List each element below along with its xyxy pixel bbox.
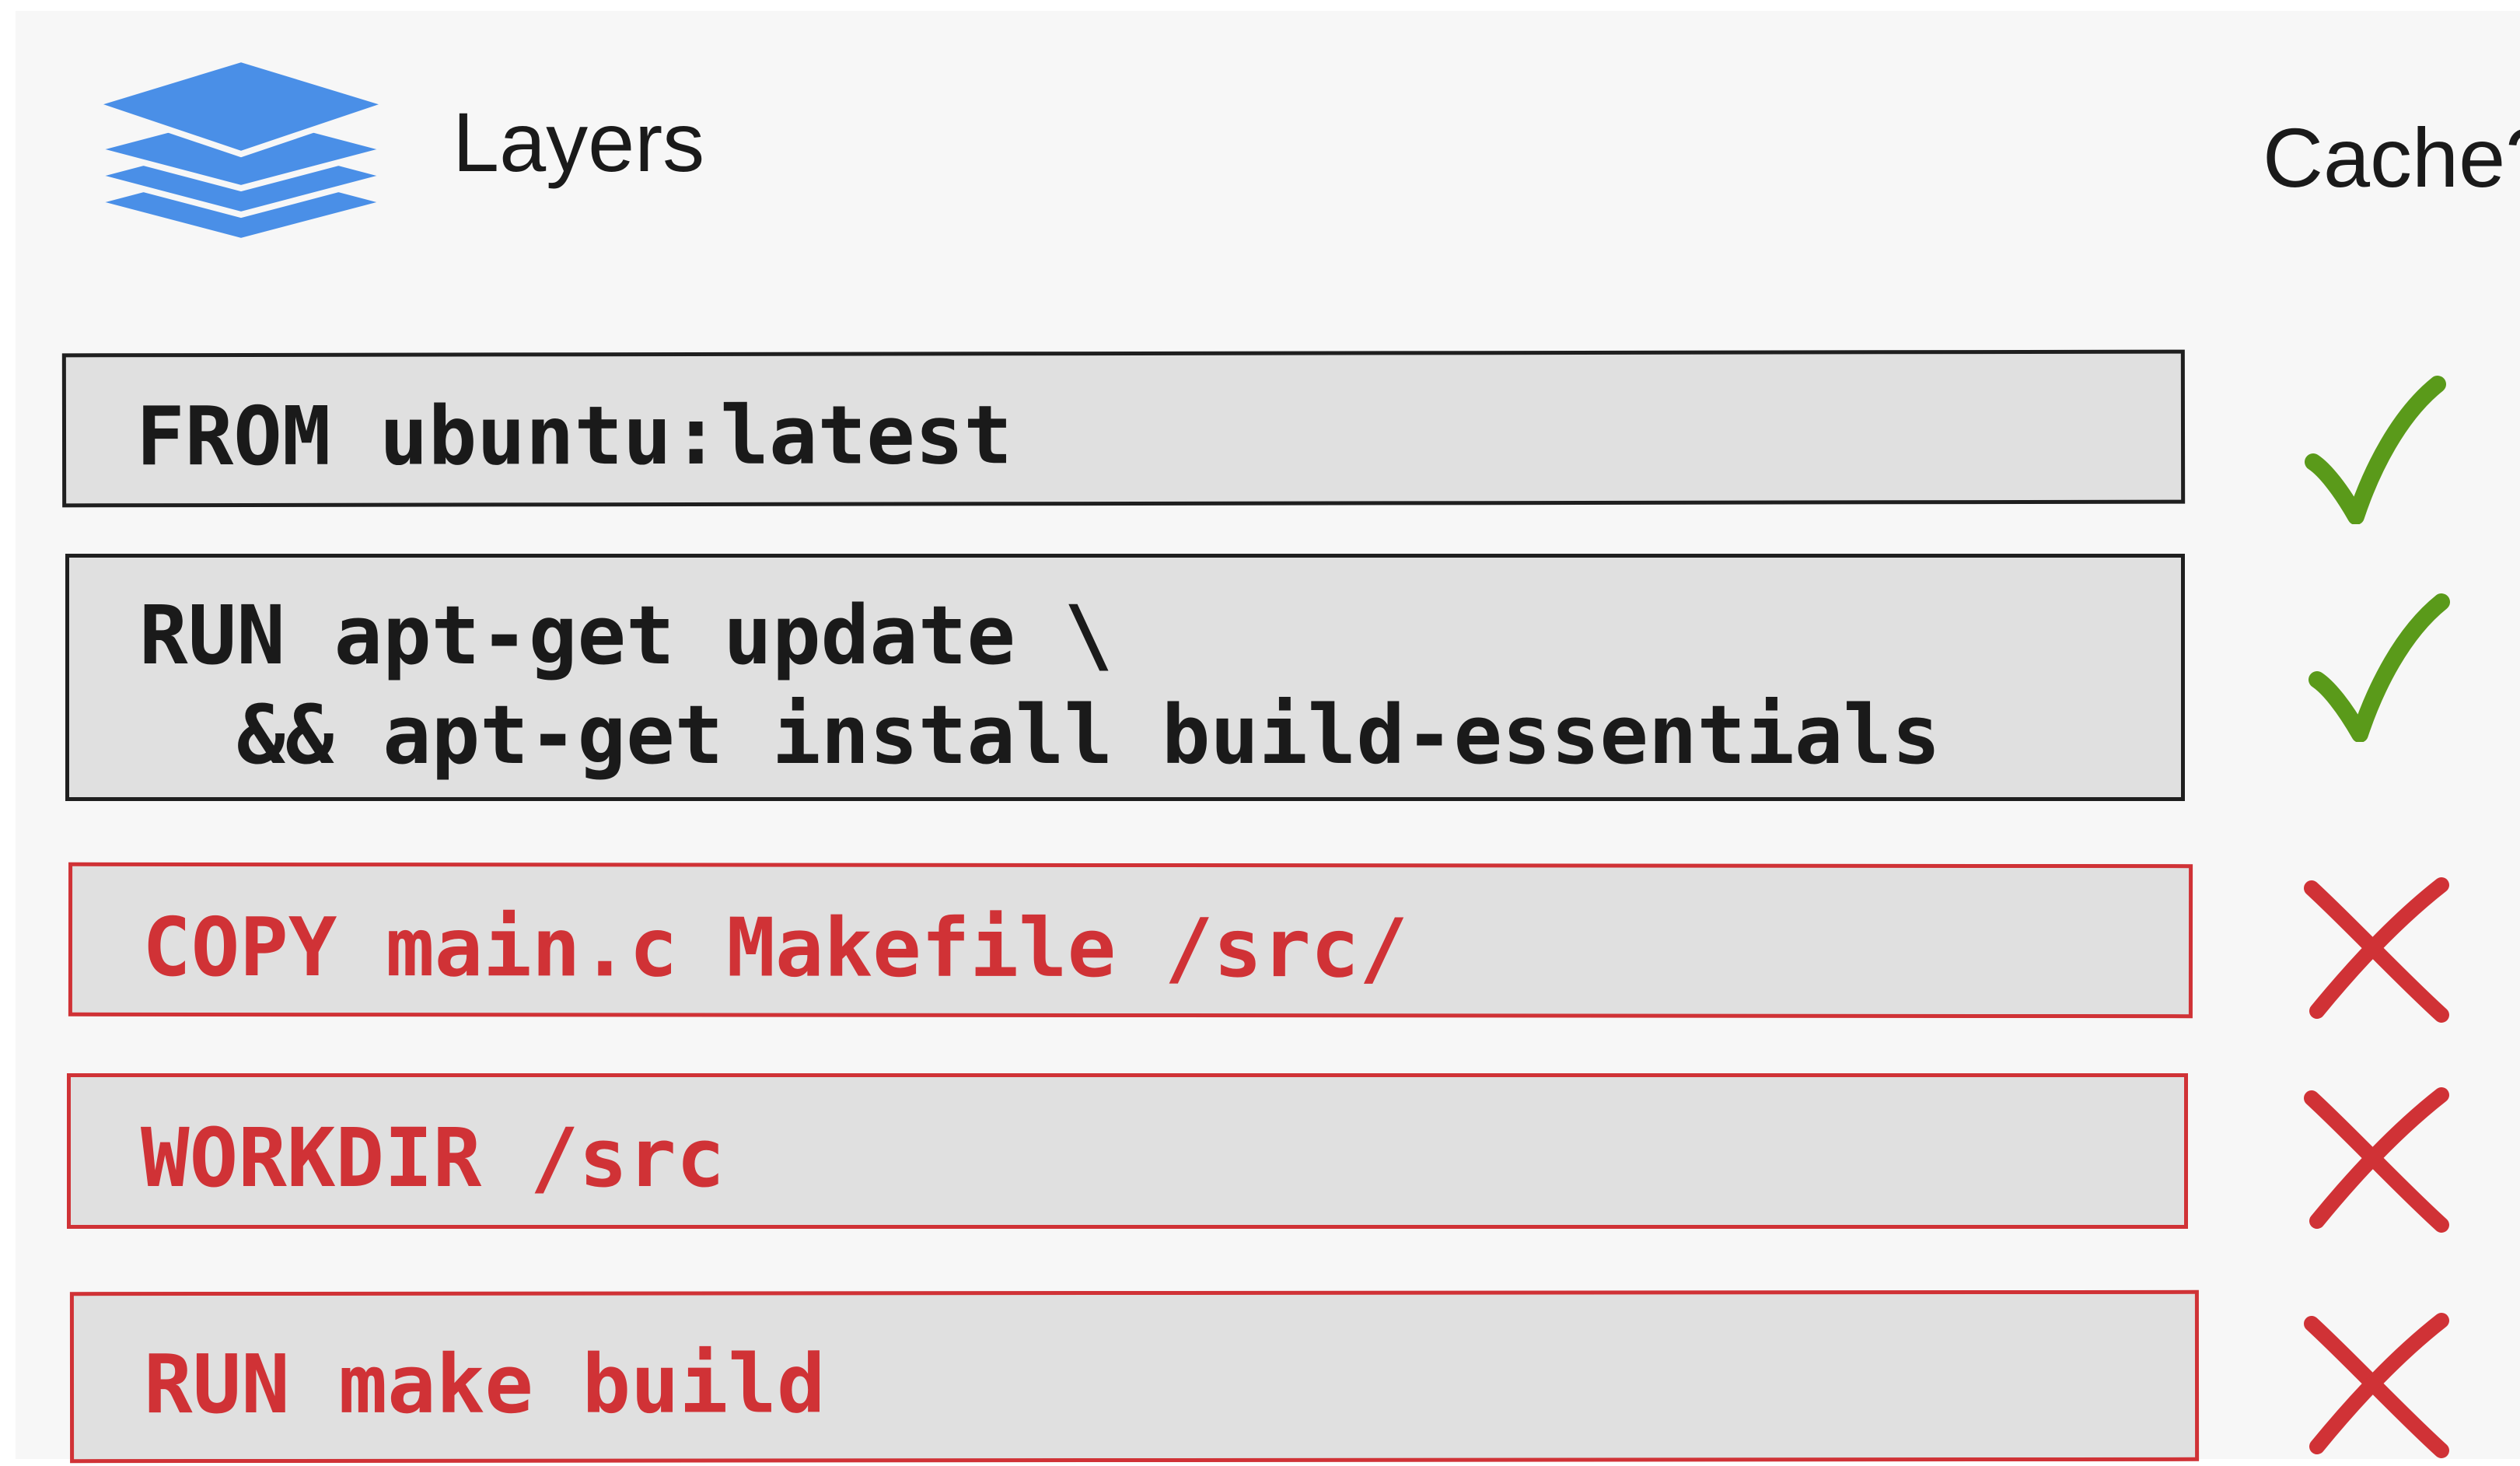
- layer-command: WORKDIR /src: [141, 1111, 725, 1205]
- cache-heading: Cache?: [2263, 110, 2520, 205]
- check-icon: [2309, 593, 2450, 742]
- check-icon: [2305, 376, 2446, 524]
- layer-command: COPY main.c Makefile /src/: [142, 899, 1408, 996]
- layers-icon: [93, 56, 389, 245]
- layer-row-run-make: RUN make build: [69, 1289, 2200, 1464]
- layer-row-from: FROM ubuntu:latest: [61, 349, 2186, 508]
- cross-icon: [2304, 1313, 2449, 1458]
- layer-row-copy: COPY main.c Makefile /src/: [68, 862, 2193, 1019]
- cross-icon: [2304, 877, 2449, 1023]
- layer-command-line-1: RUN apt-get update \: [139, 588, 1113, 683]
- cross-icon: [2304, 1087, 2449, 1233]
- layers-heading: Layers: [453, 95, 705, 189]
- layer-command-line-2: && apt-get install build-essentials: [139, 688, 1941, 782]
- layer-command: RUN make build: [143, 1336, 826, 1433]
- layer-command: FROM ubuntu:latest: [135, 387, 1013, 485]
- diagram-canvas: Layers Cache? FROM ubuntu:latest RUN apt…: [16, 11, 2520, 1464]
- layer-row-workdir: WORKDIR /src: [67, 1073, 2188, 1229]
- layer-row-run-apt: RUN apt-get update \ && apt-get install …: [65, 554, 2185, 801]
